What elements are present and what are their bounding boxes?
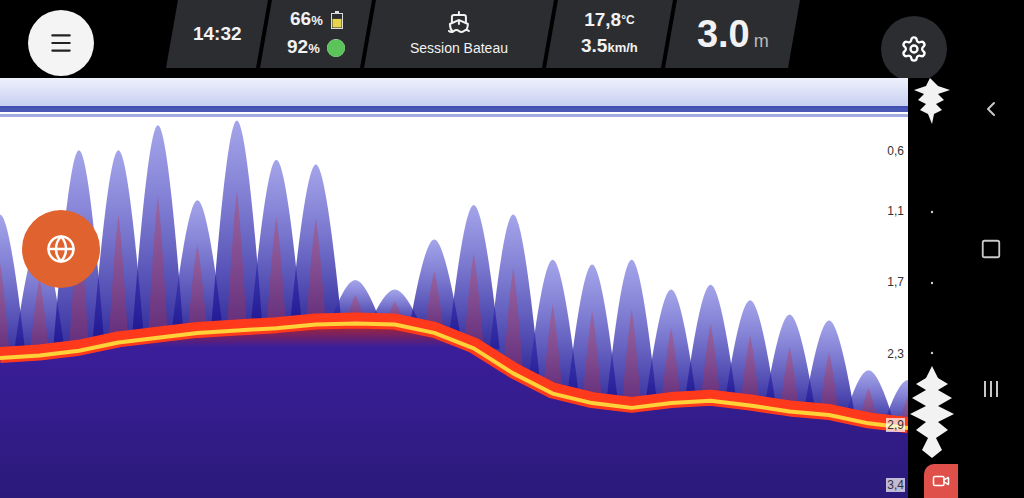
vegetation-peak — [290, 164, 342, 325]
home-icon — [980, 238, 1002, 260]
navigation-bar — [958, 0, 1024, 498]
status-panels: 14:3266%92%Session Bateau17,8°C3.5km/h3.… — [172, 0, 794, 68]
boat-icon — [447, 10, 471, 34]
back-button[interactable] — [979, 97, 1003, 121]
top-bar: 14:3266%92%Session Bateau17,8°C3.5km/h3.… — [0, 0, 958, 78]
depth-tick: 1,7 — [886, 275, 905, 289]
depth: 3.0m — [697, 6, 769, 63]
video-icon — [932, 472, 950, 490]
phone-battery: 66% — [290, 6, 323, 34]
time-panel: 14:32 — [166, 0, 268, 68]
surface-band — [0, 78, 908, 108]
sonar-view[interactable]: 0,6 1,1 1,7 2,3 2,9 3,4 — [0, 78, 908, 498]
sea-floor — [0, 320, 908, 498]
vegetation-peak — [448, 205, 500, 349]
gear-icon — [900, 35, 928, 63]
session-label: Session Bateau — [410, 38, 508, 59]
sonar-row: 0,6 1,1 1,7 2,3 2,9 3,4 — [0, 78, 958, 498]
depth-tick: 3,4 — [886, 478, 905, 492]
map-button[interactable] — [22, 210, 100, 288]
menu-button[interactable] — [28, 10, 94, 76]
vegetation-peak — [803, 320, 855, 416]
sonar-battery-icon — [325, 38, 345, 58]
depth-panel: 3.0m — [665, 0, 800, 68]
menu-icon — [48, 30, 74, 56]
battery-panel: 66%92% — [260, 0, 372, 68]
sonar-battery: 92% — [287, 34, 320, 62]
depth-tick: 2,3 — [886, 347, 905, 361]
home-button[interactable] — [979, 237, 1003, 261]
flasher-graph — [908, 78, 958, 498]
time: 14:32 — [193, 20, 242, 49]
recents-icon — [981, 379, 1001, 399]
recents-button[interactable] — [979, 377, 1003, 401]
depth-tick: 2,9 — [886, 418, 905, 432]
flasher-strip — [908, 78, 958, 498]
globe-icon — [46, 234, 76, 264]
temperature: 17,8°C — [584, 7, 634, 33]
back-icon — [979, 97, 1003, 121]
battery-icon — [330, 11, 342, 29]
record-button[interactable] — [924, 464, 958, 498]
sonar-chart — [0, 78, 908, 498]
speed: 3.5km/h — [581, 33, 638, 61]
depth-tick: 1,1 — [886, 204, 905, 218]
environment-panel: 17,8°C3.5km/h — [546, 0, 673, 68]
session-panel: Session Bateau — [364, 0, 554, 68]
app: 14:3266%92%Session Bateau17,8°C3.5km/h3.… — [0, 0, 1024, 498]
settings-button[interactable] — [881, 16, 947, 82]
main-area: 14:3266%92%Session Bateau17,8°C3.5km/h3.… — [0, 0, 958, 498]
depth-tick: 0,6 — [886, 144, 905, 158]
